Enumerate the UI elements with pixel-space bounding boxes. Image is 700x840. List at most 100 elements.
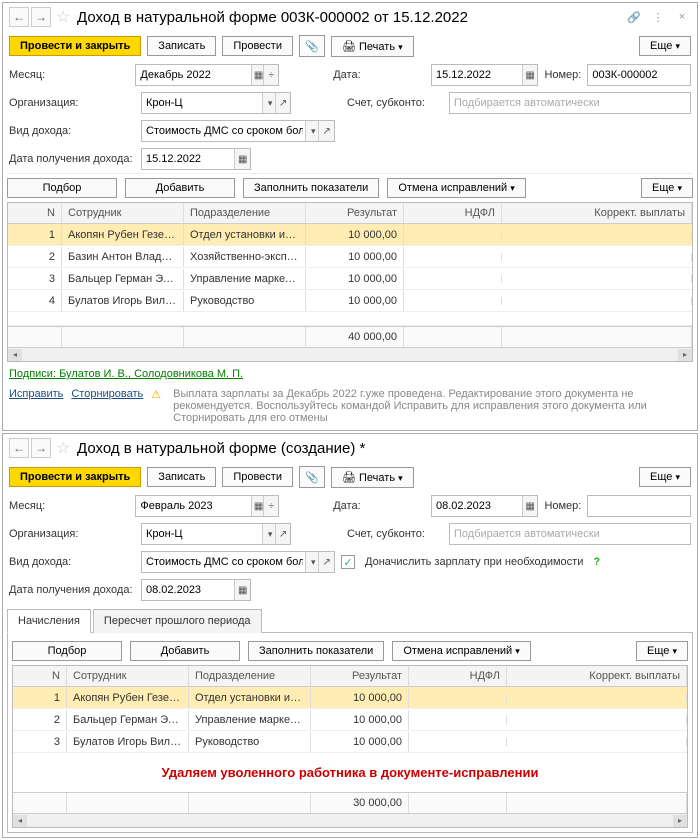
recalc-checkbox[interactable]: ✓ — [341, 555, 355, 569]
receipt-date-field[interactable]: ▦ — [141, 148, 251, 170]
number-field[interactable] — [587, 64, 691, 86]
nav-forward-button[interactable]: → — [31, 7, 51, 27]
write-button[interactable]: Записать — [147, 36, 216, 56]
print-button[interactable]: 🖨 Печать ▾ — [331, 467, 414, 488]
printer-icon: 🖨 — [342, 472, 356, 484]
paperclip-icon: 📎 — [305, 471, 319, 484]
chevron-down-icon: ▾ — [510, 183, 515, 193]
post-and-close-button[interactable]: Провести и закрыть — [9, 467, 141, 487]
signatures-link[interactable]: Подписи: Булатов И. В., Солодовникова М.… — [9, 368, 243, 380]
date-field[interactable]: ▦ — [431, 64, 538, 86]
nav-back-button[interactable]: ← — [9, 438, 29, 458]
account-field[interactable]: Подбирается автоматически — [449, 523, 691, 545]
warning-row: Исправить Сторнировать ⚠ Выплата зарплат… — [7, 386, 693, 426]
fill-indicators-button[interactable]: Заполнить показатели — [243, 178, 379, 198]
post-button[interactable]: Провести — [222, 36, 293, 56]
write-button[interactable]: Записать — [147, 467, 216, 487]
date-field[interactable]: ▦ — [431, 495, 538, 517]
chevron-down-icon: ▾ — [398, 473, 403, 483]
table-row[interactable]: 3 Булатов Игорь Виле... Руководство 10 0… — [13, 731, 687, 753]
org-field[interactable]: ▾↗ — [141, 92, 291, 114]
calendar-icon[interactable]: ▦ — [522, 496, 538, 516]
spinner-icon[interactable]: ÷ — [263, 65, 278, 85]
open-icon[interactable]: ↗ — [318, 121, 334, 141]
scroll-left-icon[interactable]: ◂ — [13, 815, 27, 827]
spinner-icon[interactable]: ÷ — [263, 496, 278, 516]
month-field[interactable]: ▦÷ — [135, 64, 279, 86]
account-field[interactable]: Подбирается автоматически — [449, 92, 691, 114]
storno-link[interactable]: Сторнировать — [71, 388, 143, 400]
number-field[interactable] — [587, 495, 691, 517]
close-icon[interactable]: × — [673, 8, 691, 26]
receipt-date-field[interactable]: ▦ — [141, 579, 251, 601]
post-button[interactable]: Провести — [222, 467, 293, 487]
total-value: 40 000,00 — [306, 327, 404, 347]
table-row[interactable]: 1 Акопян Рубен Гезевич Отдел установки и… — [13, 687, 687, 709]
col-employee[interactable]: Сотрудник — [67, 666, 189, 686]
table-row[interactable]: 2 Бальцер Герман Эду... Управление марке… — [13, 709, 687, 731]
col-n[interactable]: N — [13, 666, 67, 686]
calendar-icon[interactable]: ▦ — [234, 149, 250, 169]
scroll-right-icon[interactable]: ▸ — [673, 815, 687, 827]
help-icon[interactable]: ? — [593, 556, 600, 568]
calendar-icon[interactable]: ▦ — [234, 580, 250, 600]
col-department[interactable]: Подразделение — [189, 666, 311, 686]
fill-indicators-button[interactable]: Заполнить показатели — [248, 641, 384, 661]
recalc-checkbox-label: Доначислить зарплату при необходимости — [365, 556, 583, 568]
favorite-star-icon[interactable]: ☆ — [53, 7, 73, 27]
more-button[interactable]: Еще ▾ — [639, 36, 691, 56]
table-footer: 40 000,00 — [8, 326, 692, 347]
col-result[interactable]: Результат — [311, 666, 409, 686]
add-button[interactable]: Добавить — [125, 178, 235, 198]
attach-button[interactable]: 📎 — [299, 466, 325, 488]
income-type-field[interactable]: ▾↗ — [141, 551, 335, 573]
col-ndfl[interactable]: НДФЛ — [409, 666, 507, 686]
col-n[interactable]: N — [8, 203, 62, 223]
table-more-button[interactable]: Еще ▾ — [636, 641, 688, 661]
pick-button[interactable]: Подбор — [7, 178, 117, 198]
pick-button[interactable]: Подбор — [12, 641, 122, 661]
income-type-field[interactable]: ▾↗ — [141, 120, 335, 142]
col-department[interactable]: Подразделение — [184, 203, 306, 223]
month-field[interactable]: ▦÷ — [135, 495, 279, 517]
scroll-right-icon[interactable]: ▸ — [678, 349, 692, 361]
kebab-menu-icon[interactable]: ⋮ — [649, 8, 667, 26]
favorite-star-icon[interactable]: ☆ — [53, 438, 73, 458]
total-value: 30 000,00 — [311, 793, 409, 813]
link-icon[interactable]: 🔗 — [625, 8, 643, 26]
calendar-icon[interactable]: ▦ — [522, 65, 538, 85]
scroll-left-icon[interactable]: ◂ — [8, 349, 22, 361]
org-field[interactable]: ▾↗ — [141, 523, 291, 545]
nav-back-button[interactable]: ← — [9, 7, 29, 27]
h-scrollbar[interactable]: ◂ ▸ — [13, 813, 687, 827]
open-icon[interactable]: ↗ — [318, 552, 334, 572]
cancel-corrections-button[interactable]: Отмена исправлений ▾ — [392, 641, 530, 661]
add-button[interactable]: Добавить — [130, 641, 240, 661]
open-icon[interactable]: ↗ — [275, 524, 290, 544]
titlebar: ← → ☆ Доход в натуральной форме 003К-000… — [7, 5, 693, 31]
more-button[interactable]: Еще ▾ — [639, 467, 691, 487]
open-icon[interactable]: ↗ — [275, 93, 290, 113]
table-row[interactable]: 1 Акопян Рубен Гезевич Отдел установки и… — [8, 224, 692, 246]
col-correction[interactable]: Коррект. выплаты — [502, 203, 692, 223]
h-scrollbar[interactable]: ◂ ▸ — [8, 347, 692, 361]
col-result[interactable]: Результат — [306, 203, 404, 223]
post-and-close-button[interactable]: Провести и закрыть — [9, 36, 141, 56]
col-employee[interactable]: Сотрудник — [62, 203, 184, 223]
chevron-down-icon: ▾ — [672, 646, 677, 656]
tab-recalc[interactable]: Пересчет прошлого периода — [93, 609, 262, 633]
col-ndfl[interactable]: НДФЛ — [404, 203, 502, 223]
col-correction[interactable]: Коррект. выплаты — [507, 666, 687, 686]
cancel-corrections-button[interactable]: Отмена исправлений ▾ — [387, 178, 525, 198]
table-more-button[interactable]: Еще ▾ — [641, 178, 693, 198]
nav-forward-button[interactable]: → — [31, 438, 51, 458]
print-button[interactable]: 🖨 Печать ▾ — [331, 36, 414, 57]
warning-text: Выплата зарплаты за Декабрь 2022 г.уже п… — [173, 388, 691, 424]
tab-accruals[interactable]: Начисления — [7, 609, 91, 633]
correct-link[interactable]: Исправить — [9, 388, 63, 400]
chevron-down-icon: ▾ — [675, 472, 680, 482]
attach-button[interactable]: 📎 — [299, 35, 325, 57]
table-row[interactable]: 3 Бальцер Герман Эду... Управление марке… — [8, 268, 692, 290]
table-row[interactable]: 2 Базин Антон Владим... Хозяйственно-экс… — [8, 246, 692, 268]
table-row[interactable]: 4 Булатов Игорь Виле... Руководство 10 0… — [8, 290, 692, 312]
